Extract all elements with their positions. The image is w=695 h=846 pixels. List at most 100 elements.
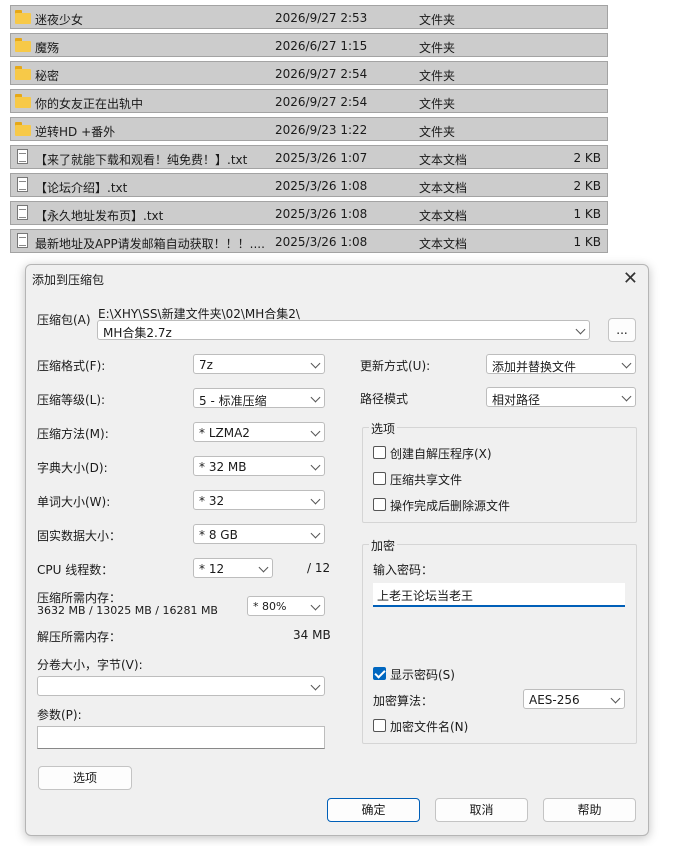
folder-icon: [14, 37, 32, 53]
folder-icon: [14, 93, 32, 109]
browse-button[interactable]: ...: [608, 318, 636, 342]
file-list-row[interactable]: 【永久地址发布页】.txt 2025/3/26 1:08 文本文档 1 KB: [10, 201, 608, 225]
archive-name-value: MH合集2.7z: [103, 326, 172, 340]
file-type: 文件夹: [419, 41, 456, 55]
password-label: 输入密码：: [373, 563, 434, 577]
file-type: 文本文档: [419, 237, 468, 251]
options-group-title: 选项: [369, 420, 398, 437]
doc-icon: [14, 205, 32, 221]
field-combo[interactable]: * LZMA2: [193, 422, 325, 442]
chevron-down-icon: [258, 562, 269, 573]
file-list-row[interactable]: 逆转HD +番外 2026/9/23 1:22 文件夹: [10, 117, 608, 141]
ok-button[interactable]: 确定: [327, 798, 420, 822]
help-button[interactable]: 帮助: [543, 798, 636, 822]
split-size-combo[interactable]: [37, 676, 325, 696]
file-list-row[interactable]: 【来了就能下载和观看！纯免费！】.txt 2025/3/26 1:07 文本文档 2 …: [10, 145, 608, 169]
doc-icon: [14, 149, 32, 165]
field-combo[interactable]: * 8 GB: [193, 524, 325, 544]
chevron-down-icon: [310, 494, 321, 505]
file-date: 2025/3/26 1:08: [275, 207, 368, 221]
path-mode-combo[interactable]: 相对路径: [486, 387, 636, 407]
encrypt-names-checkbox[interactable]: [373, 719, 386, 732]
field-value: * LZMA2: [199, 426, 250, 440]
path-mode-value: 相对路径: [492, 393, 541, 407]
chevron-down-icon: [310, 528, 321, 539]
field-value: * 32 MB: [199, 460, 247, 474]
file-size: 2 KB: [573, 179, 601, 193]
field-label: 压缩方法(M):: [37, 427, 109, 441]
option-checkbox[interactable]: [373, 498, 386, 511]
close-icon[interactable]: ✕: [623, 268, 638, 289]
option-label: 压缩共享文件: [390, 473, 463, 487]
show-password-checkbox[interactable]: [373, 667, 386, 680]
option-checkbox[interactable]: [373, 446, 386, 459]
update-mode-combo[interactable]: 添加并替换文件: [486, 354, 636, 374]
path-mode-label: 路径模式: [360, 392, 409, 406]
file-size: 1 KB: [573, 235, 601, 249]
compress-memory-detail: 3632 MB / 13025 MB / 16281 MB: [37, 604, 218, 617]
file-list-row[interactable]: 最新地址及APP请发邮箱自动获取！！！.... 2025/3/26 1:08 文本文…: [10, 229, 608, 253]
encryption-method-value: AES-256: [529, 693, 580, 707]
file-type: 文件夹: [419, 13, 456, 27]
file-list-row[interactable]: 魔殇 2026/6/27 1:15 文件夹: [10, 33, 608, 57]
file-date: 2026/9/27 2:54: [275, 95, 368, 109]
chevron-down-icon: [575, 324, 586, 335]
chevron-down-icon: [310, 600, 321, 611]
field-combo[interactable]: * 32 MB: [193, 456, 325, 476]
password-input[interactable]: 上老王论坛当老王: [373, 583, 625, 607]
doc-icon: [14, 177, 32, 193]
file-list-row[interactable]: 秘密 2026/9/27 2:54 文件夹: [10, 61, 608, 85]
field-label: 压缩格式(F):: [37, 359, 106, 373]
chevron-down-icon: [621, 358, 632, 369]
option-checkbox[interactable]: [373, 472, 386, 485]
archive-name-combo[interactable]: MH合集2.7z: [97, 320, 590, 340]
encryption-method-combo[interactable]: AES-256: [523, 689, 625, 709]
file-name: 逆转HD +番外: [35, 125, 116, 139]
file-type: 文本文档: [419, 209, 468, 223]
file-name: 迷夜少女: [35, 13, 84, 27]
field-combo[interactable]: * 32: [193, 490, 325, 510]
chevron-down-icon: [310, 680, 321, 691]
cpu-threads-combo[interactable]: * 12: [193, 558, 273, 578]
field-label: 单词大小(W):: [37, 495, 111, 509]
file-type: 文本文档: [419, 153, 468, 167]
file-type: 文本文档: [419, 181, 468, 195]
file-list-row[interactable]: 迷夜少女 2026/9/27 2:53 文件夹: [10, 5, 608, 29]
parameters-input[interactable]: [37, 726, 325, 749]
archive-label: 压缩包(A): [37, 313, 91, 327]
file-date: 2025/3/26 1:08: [275, 235, 368, 249]
chevron-down-icon: [310, 392, 321, 403]
file-list-row[interactable]: 你的女友正在出轨中 2026/9/27 2:54 文件夹: [10, 89, 608, 113]
password-value: 上老王论坛当老王: [377, 589, 474, 603]
field-combo[interactable]: 7z: [193, 354, 325, 374]
option-label: 创建自解压程序(X): [390, 447, 492, 461]
file-date: 2025/3/26 1:08: [275, 179, 368, 193]
file-type: 文件夹: [419, 97, 456, 111]
show-password-label: 显示密码(S): [390, 668, 455, 682]
folder-icon: [14, 121, 32, 137]
option-label: 操作完成后删除源文件: [390, 499, 511, 513]
chevron-down-icon: [310, 426, 321, 437]
update-mode-value: 添加并替换文件: [492, 360, 577, 374]
decompress-memory-value: 34 MB: [293, 628, 331, 642]
field-combo[interactable]: 5 - 标准压缩: [193, 388, 325, 408]
file-size: 1 KB: [573, 207, 601, 221]
file-date: 2026/6/27 1:15: [275, 39, 368, 53]
cancel-button[interactable]: 取消: [435, 798, 528, 822]
file-name: 你的女友正在出轨中: [35, 97, 144, 111]
file-name: 最新地址及APP请发邮箱自动获取！！！....: [35, 237, 265, 251]
field-label: 字典大小(D):: [37, 461, 108, 475]
file-date: 2026/9/23 1:22: [275, 123, 368, 137]
folder-icon: [14, 65, 32, 81]
chevron-down-icon: [310, 460, 321, 471]
file-size: 2 KB: [573, 151, 601, 165]
file-name: 秘密: [35, 69, 60, 83]
doc-icon: [14, 233, 32, 249]
memory-percent-combo[interactable]: * 80%: [247, 596, 325, 616]
file-name: 魔殇: [35, 41, 60, 55]
options-button[interactable]: 选项: [38, 766, 132, 790]
file-list-row[interactable]: 【论坛介绍】.txt 2025/3/26 1:08 文本文档 2 KB: [10, 173, 608, 197]
file-name: 【论坛介绍】.txt: [35, 181, 128, 195]
parameters-label: 参数(P):: [37, 708, 82, 722]
encrypt-names-label: 加密文件名(N): [390, 720, 469, 734]
